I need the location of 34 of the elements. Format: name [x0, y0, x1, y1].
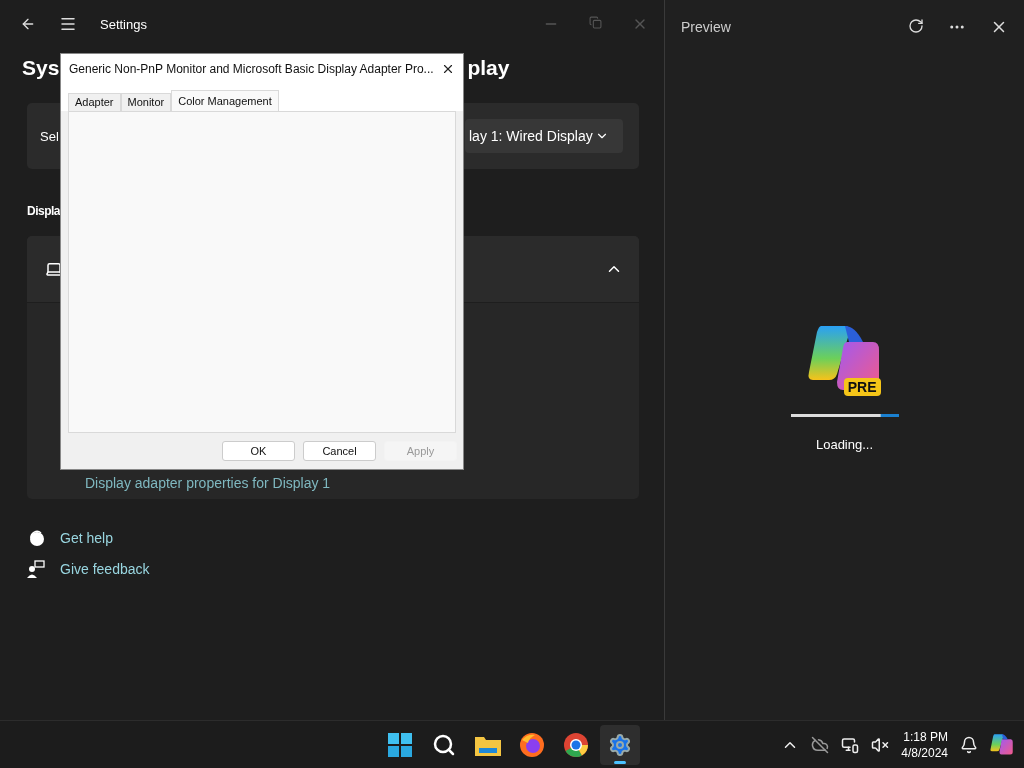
person-speech-icon [27, 560, 45, 578]
windows-logo-icon[interactable] [388, 732, 412, 757]
window-title: Settings [100, 16, 147, 32]
clock-date[interactable]: 4/8/2024 [901, 744, 948, 761]
dialog-button[interactable]: Cancel [303, 441, 376, 461]
adapter-properties-link[interactable]: Display adapter properties for Display 1 [85, 475, 331, 491]
dialog-button[interactable]: OK [222, 441, 295, 461]
preview-badge: PRE [843, 378, 881, 396]
fox-globe-icon[interactable] [519, 731, 545, 758]
setting-label: Sel [40, 128, 59, 144]
dialog-tab[interactable]: Monitor [120, 93, 172, 111]
help-link[interactable]: Give feedback [60, 561, 150, 577]
bell-icon[interactable] [960, 735, 978, 754]
loading-text: Loading... [815, 437, 874, 452]
network-icon[interactable] [841, 735, 860, 754]
close-icon[interactable] [441, 62, 455, 76]
dialog-title: Generic Non-PnP Monitor and Microsoft Basic Display Adapter Pro... [69, 62, 434, 76]
dialog-tab[interactable]: Color Management [171, 90, 279, 111]
laptop-icon [45, 260, 63, 278]
cloud-off-icon[interactable] [811, 735, 830, 754]
help-link[interactable]: Get help [60, 530, 113, 546]
clock-time[interactable]: 1:18 PM [903, 728, 948, 745]
mute-icon[interactable] [871, 735, 890, 754]
page-heading: Sys [22, 56, 60, 80]
page-heading: play [467, 56, 510, 80]
pane-title: Preview [681, 19, 731, 35]
gear-icon[interactable] [608, 732, 632, 757]
chrome-icon[interactable] [563, 731, 589, 758]
app-logo-icon [990, 732, 1014, 757]
search-icon[interactable] [432, 732, 456, 757]
display-dropdown[interactable]: lay 1: Wired Display [465, 119, 623, 153]
section-title: Displa [27, 204, 61, 220]
refresh-icon[interactable] [908, 18, 924, 34]
dialog-tab[interactable]: Adapter [68, 93, 121, 111]
